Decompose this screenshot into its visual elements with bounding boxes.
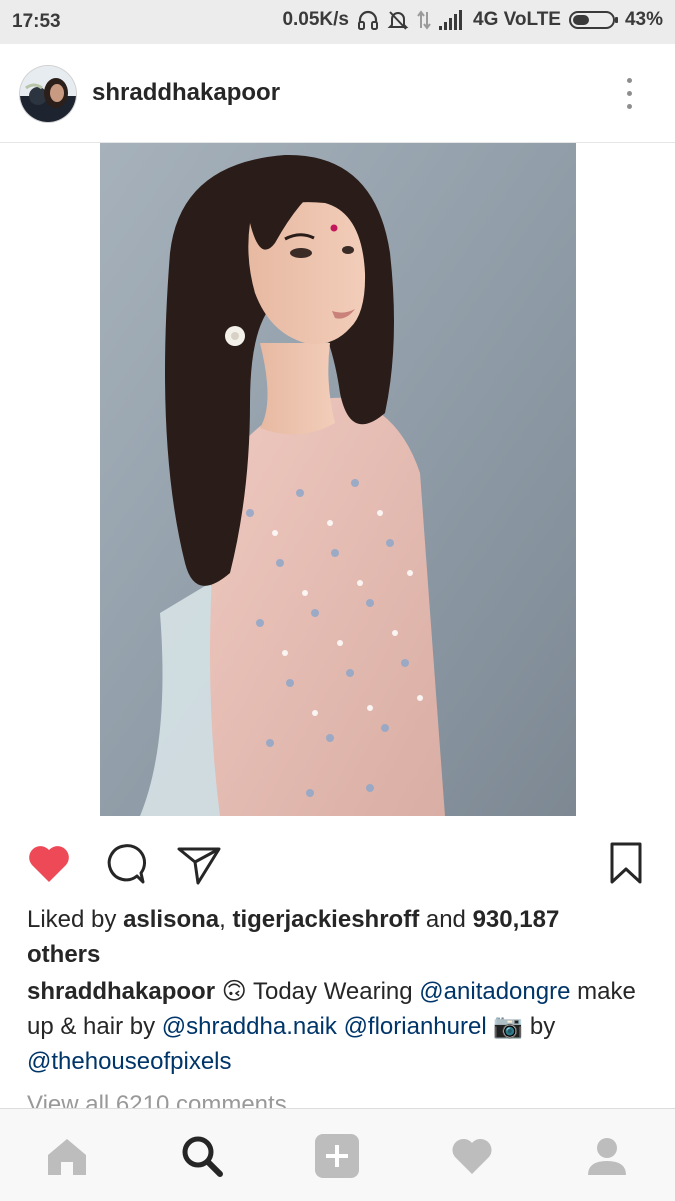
post-header: shraddhakapoor <box>0 44 675 143</box>
post-photo[interactable] <box>100 143 576 816</box>
add-post-icon[interactable] <box>312 1131 362 1181</box>
status-right: 0.05K/s 4G VoLTE 43% <box>282 9 663 31</box>
liked-user-link[interactable]: tigerjackieshroff <box>232 906 419 933</box>
dot <box>627 91 632 96</box>
data-arrows-icon <box>417 9 431 31</box>
camera-emoji: 📷 <box>493 1013 524 1040</box>
post-media[interactable] <box>0 143 675 816</box>
status-time: 17:53 <box>12 11 61 32</box>
mention-link[interactable]: @thehouseofpixels <box>27 1048 232 1075</box>
caption-author[interactable]: shraddhakapoor <box>27 978 215 1005</box>
post-username[interactable]: shraddhakapoor <box>92 79 280 107</box>
likes-summary: Liked by aslisona, tigerjackieshroff and… <box>27 902 627 972</box>
comment-icon[interactable] <box>99 838 149 888</box>
caption-text <box>337 1013 344 1040</box>
network-label: 4G VoLTE <box>473 9 561 30</box>
bell-muted-icon <box>387 9 409 31</box>
dot <box>627 104 632 109</box>
profile-icon[interactable] <box>582 1131 632 1181</box>
home-icon[interactable] <box>42 1131 92 1181</box>
liked-by-label: Liked by <box>27 906 124 933</box>
mention-link[interactable]: @florianhurel <box>344 1013 487 1040</box>
status-bar: 17:53 0.05K/s 4G VoLTE 43% <box>0 0 675 44</box>
share-icon[interactable] <box>174 838 224 888</box>
and-label: and <box>419 906 473 933</box>
battery: 43% <box>568 9 663 31</box>
dot <box>627 78 632 83</box>
headphones-icon <box>357 9 379 31</box>
battery-icon <box>568 9 619 31</box>
activity-heart-icon[interactable] <box>447 1131 497 1181</box>
bookmark-icon[interactable] <box>601 838 651 888</box>
post-actions <box>0 832 675 892</box>
avatar[interactable] <box>20 66 76 122</box>
mention-link[interactable]: @shraddha.naik <box>162 1013 337 1040</box>
caption-text: by <box>523 1013 556 1040</box>
bottom-navigation <box>0 1108 675 1201</box>
caption-text: Today Wearing <box>246 978 420 1005</box>
network-speed: 0.05K/s <box>282 9 349 30</box>
separator: , <box>219 906 233 933</box>
search-icon[interactable] <box>177 1131 227 1181</box>
more-options-button[interactable] <box>618 76 642 112</box>
heart-icon[interactable] <box>24 838 74 888</box>
liked-user-link[interactable]: aslisona <box>123 906 219 933</box>
battery-percent: 43% <box>624 9 663 30</box>
mention-link[interactable]: @anitadongre <box>419 978 570 1005</box>
post-caption: shraddhakapoor 🙃 Today Wearing @anitadon… <box>27 974 647 1079</box>
signal-icon <box>439 10 465 30</box>
upside-down-emoji: 🙃 <box>221 978 247 1005</box>
